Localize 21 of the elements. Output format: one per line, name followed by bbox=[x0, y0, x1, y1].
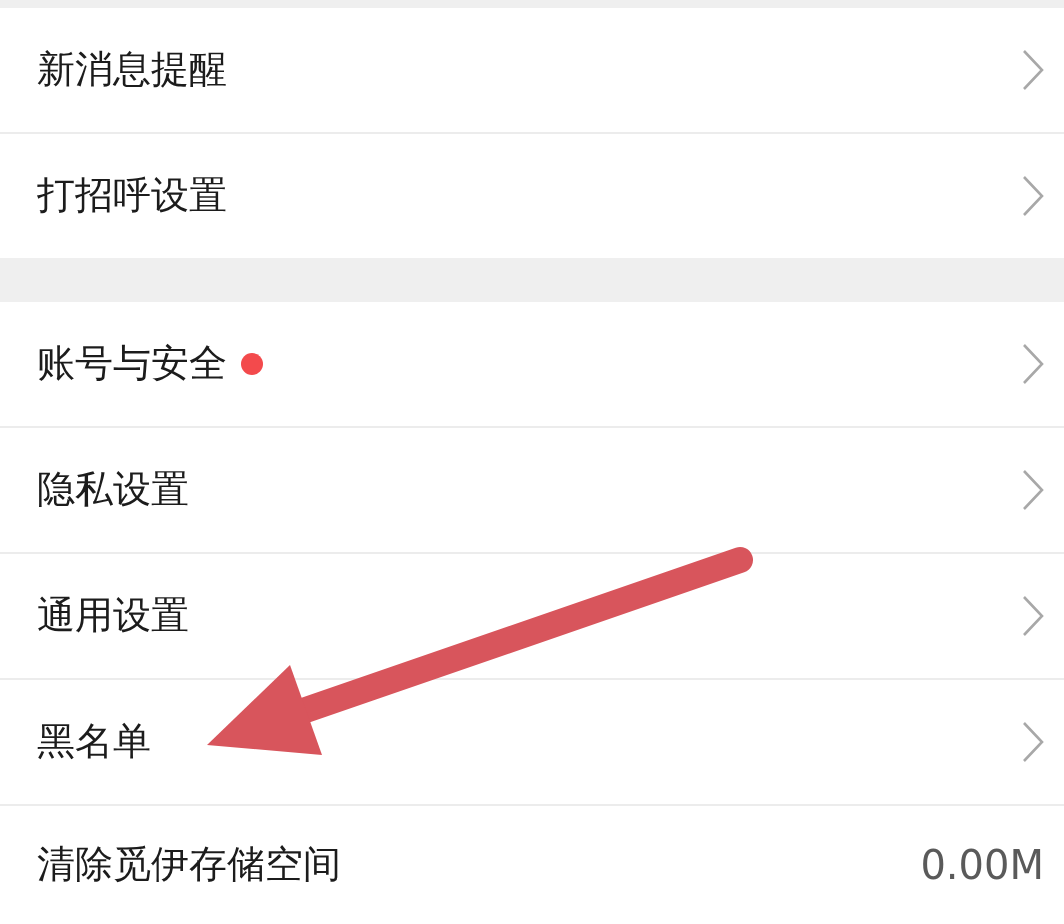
chevron-right-icon bbox=[1022, 595, 1044, 637]
chevron-right-icon bbox=[1022, 721, 1044, 763]
chevron-right-icon bbox=[1022, 49, 1044, 91]
settings-item[interactable]: 通用设置 bbox=[0, 554, 1064, 678]
chevron-right-icon bbox=[1022, 343, 1044, 385]
settings-label: 打招呼设置 bbox=[37, 173, 227, 219]
settings-item[interactable]: 隐私设置 bbox=[0, 428, 1064, 552]
settings-label: 清除觅伊存储空间 bbox=[37, 842, 341, 888]
settings-label: 新消息提醒 bbox=[37, 47, 227, 93]
chevron-right-icon bbox=[1022, 469, 1044, 511]
settings-item[interactable]: 清除觅伊存储空间 0.00M bbox=[0, 806, 1064, 924]
storage-value: 0.00M bbox=[920, 841, 1044, 889]
settings-label: 黑名单 bbox=[37, 719, 151, 765]
settings-item[interactable]: 新消息提醒 bbox=[0, 8, 1064, 132]
settings-label: 账号与安全 bbox=[37, 341, 227, 387]
settings-item[interactable]: 账号与安全 bbox=[0, 302, 1064, 426]
settings-item[interactable]: 黑名单 bbox=[0, 680, 1064, 804]
settings-label: 隐私设置 bbox=[37, 467, 189, 513]
chevron-right-icon bbox=[1022, 175, 1044, 217]
settings-label: 通用设置 bbox=[37, 593, 189, 639]
settings-item[interactable]: 打招呼设置 bbox=[0, 134, 1064, 258]
